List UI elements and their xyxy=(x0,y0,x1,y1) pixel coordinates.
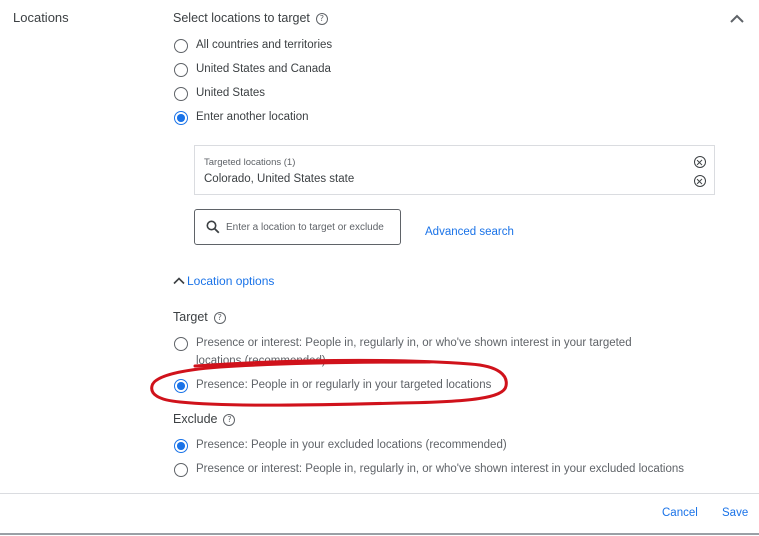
radio-label: Enter another location xyxy=(196,111,309,123)
radio-label: Presence or interest: People in, regular… xyxy=(196,463,685,475)
radio-label: United States and Canada xyxy=(196,63,331,75)
radio-us-canada[interactable]: United States and Canada xyxy=(174,63,331,78)
targeted-locations-title: Targeted locations (1) xyxy=(204,157,296,168)
location-search-box[interactable] xyxy=(194,209,401,245)
radio-exclude-presence[interactable]: Presence: People in your excluded locati… xyxy=(174,439,507,454)
location-options-label: Location options xyxy=(187,274,275,288)
radio-button[interactable] xyxy=(174,63,188,77)
radio-label: All countries and territories xyxy=(196,39,333,51)
section-title: Locations xyxy=(13,10,69,25)
help-icon[interactable]: ? xyxy=(213,312,226,324)
footer-divider xyxy=(0,493,759,494)
remove-location-icon[interactable] xyxy=(694,175,706,187)
help-icon[interactable]: ? xyxy=(223,414,236,426)
advanced-search-link[interactable]: Advanced search xyxy=(425,226,514,238)
cancel-button[interactable]: Cancel xyxy=(662,507,698,519)
remove-all-icon[interactable] xyxy=(694,156,706,168)
radio-label: Presence: People in your excluded locati… xyxy=(196,439,507,451)
radio-label: United States xyxy=(196,87,266,99)
select-locations-heading: Select locations to target? xyxy=(173,11,328,25)
chevron-up-icon[interactable] xyxy=(726,8,748,30)
targeted-locations-box: Targeted locations (1) Colorado, United … xyxy=(194,145,715,195)
radio-enter-another-location[interactable]: Enter another location xyxy=(174,111,309,126)
exclude-heading: Exclude? xyxy=(173,412,236,426)
help-icon[interactable]: ? xyxy=(315,13,328,25)
radio-button[interactable] xyxy=(174,463,188,477)
annotation-circle xyxy=(150,358,508,407)
radio-button[interactable] xyxy=(174,337,188,351)
location-options-toggle[interactable]: Location options xyxy=(172,274,274,288)
search-input[interactable] xyxy=(226,221,396,233)
save-button[interactable]: Save xyxy=(722,507,748,519)
radio-united-states[interactable]: United States xyxy=(174,87,265,102)
radio-all-countries[interactable]: All countries and territories xyxy=(174,39,332,54)
radio-button-selected[interactable] xyxy=(174,439,188,453)
search-icon xyxy=(206,220,220,234)
radio-button-selected[interactable] xyxy=(174,111,188,125)
chevron-up-icon xyxy=(172,274,186,288)
radio-button[interactable] xyxy=(174,39,188,53)
bottom-border xyxy=(0,533,759,535)
radio-button[interactable] xyxy=(174,87,188,101)
radio-exclude-presence-or-interest[interactable]: Presence or interest: People in, regular… xyxy=(174,463,684,478)
targeted-location-item: Colorado, United States state xyxy=(204,173,355,185)
target-heading: Target? xyxy=(173,310,226,324)
